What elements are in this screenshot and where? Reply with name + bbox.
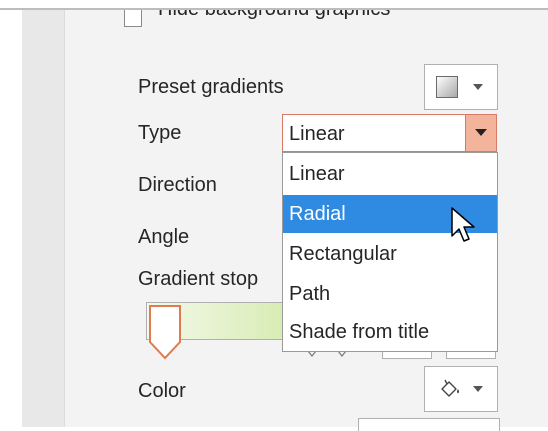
angle-label: Angle bbox=[138, 226, 190, 248]
chevron-down-icon bbox=[473, 386, 483, 392]
next-field-edge[interactable] bbox=[358, 418, 500, 431]
chevron-down-icon bbox=[473, 84, 483, 90]
type-option-path[interactable]: Path bbox=[283, 275, 497, 313]
paint-bucket-icon bbox=[441, 379, 459, 397]
gradient-stops-label: Gradient stop bbox=[138, 268, 259, 290]
preset-gradients-label: Preset gradients bbox=[138, 76, 284, 98]
preset-gradients-button[interactable] bbox=[424, 64, 498, 110]
window-top-edge bbox=[0, 0, 548, 10]
gradient-stop-marker[interactable] bbox=[148, 304, 182, 360]
hide-background-label: Hide background graphics bbox=[158, 10, 390, 20]
type-label: Type bbox=[138, 122, 182, 144]
left-strip bbox=[0, 10, 22, 427]
hide-background-checkbox[interactable] bbox=[124, 10, 142, 27]
gradient-preset-icon bbox=[436, 76, 458, 98]
type-select-dropdown-button[interactable] bbox=[465, 115, 496, 151]
color-label: Color bbox=[138, 380, 186, 402]
hide-background-label-clip: Hide background graphics bbox=[158, 10, 390, 24]
mouse-pointer-icon bbox=[451, 207, 475, 242]
type-select-value: Linear bbox=[289, 123, 345, 145]
color-button[interactable] bbox=[424, 366, 498, 412]
type-dropdown-menu: Linear Radial Rectangular Path Shade fro… bbox=[282, 152, 498, 352]
type-option-linear[interactable]: Linear bbox=[283, 155, 497, 193]
type-option-shade-from-title[interactable]: Shade from title bbox=[283, 313, 497, 351]
type-select[interactable]: Linear bbox=[282, 114, 497, 152]
chevron-down-icon bbox=[475, 129, 487, 136]
direction-label: Direction bbox=[138, 174, 217, 196]
panel-gutter bbox=[22, 10, 64, 427]
